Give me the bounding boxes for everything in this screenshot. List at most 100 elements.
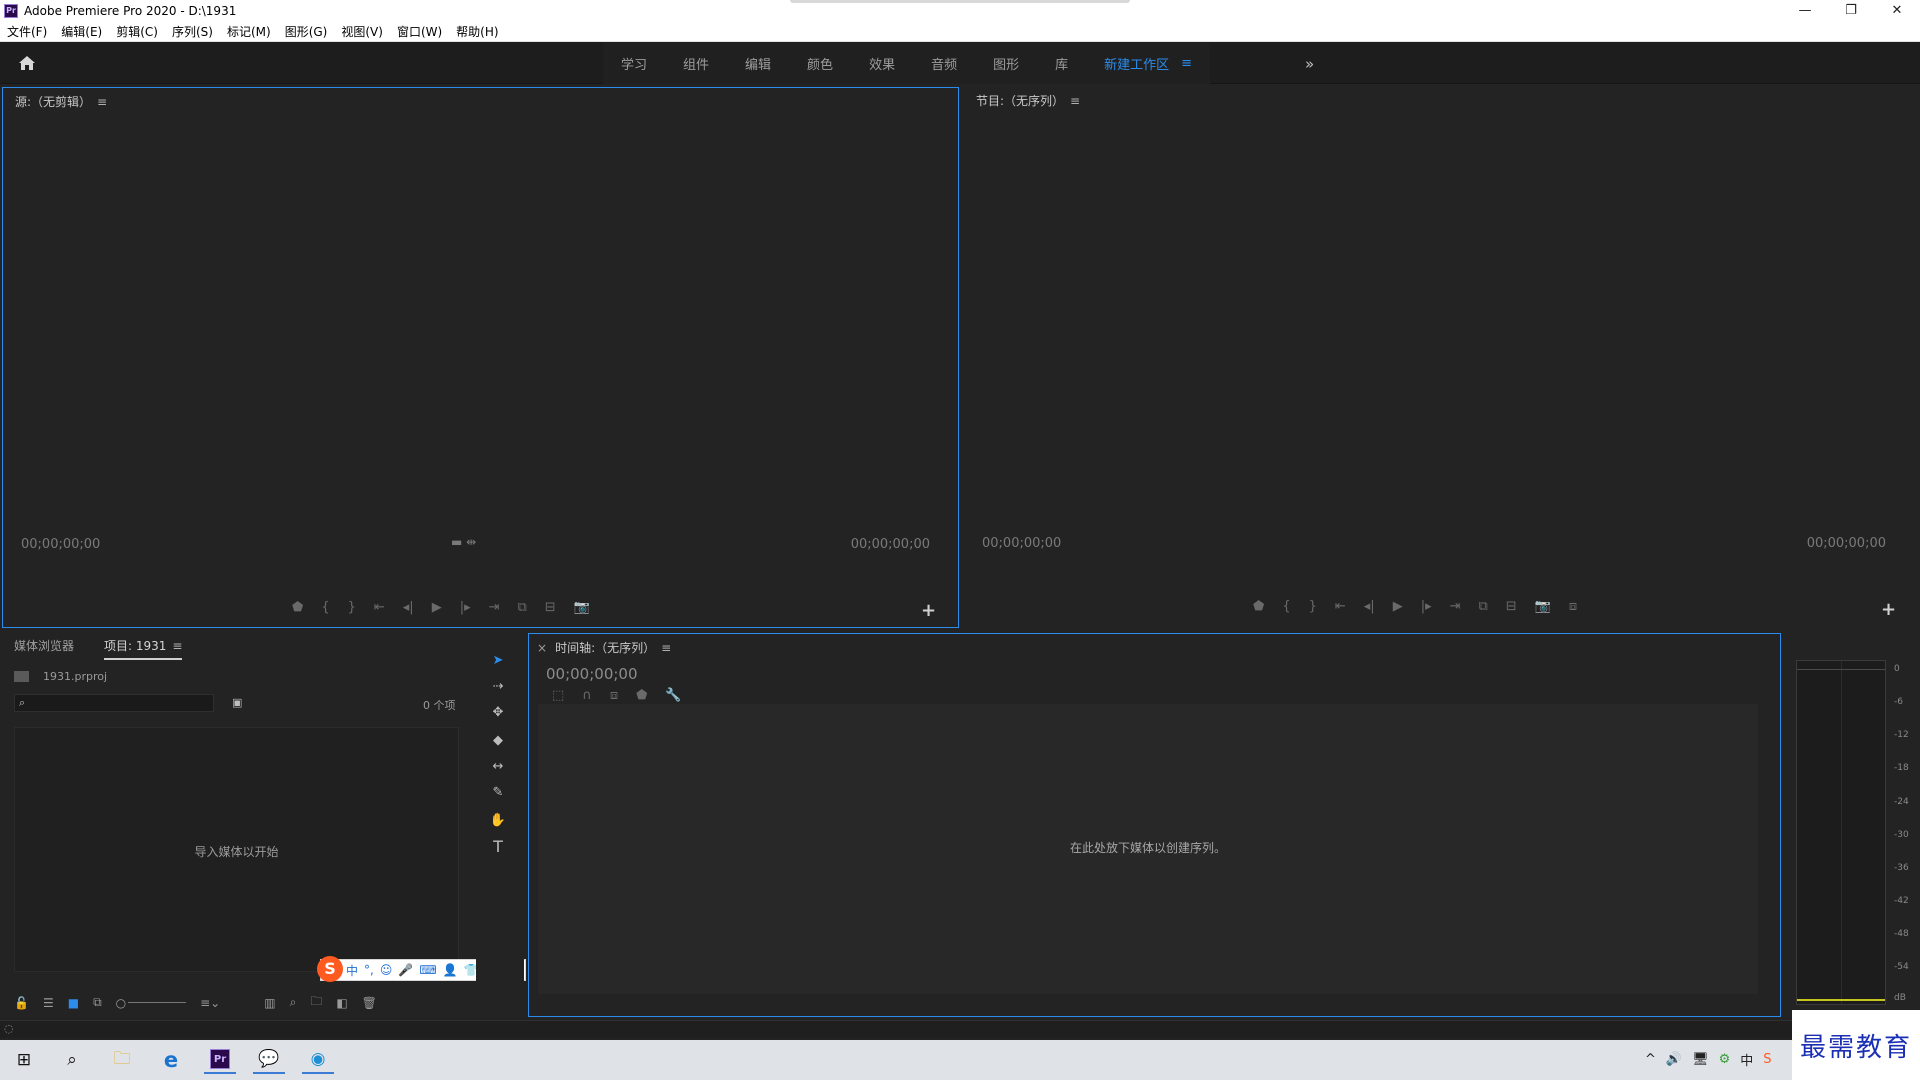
ime-voice-icon[interactable]: 🎤 — [398, 963, 413, 977]
tab-media-browser[interactable]: 媒体浏览器 — [14, 637, 74, 660]
workspace-tab-audio[interactable]: 音频 — [913, 42, 975, 84]
security-icon[interactable]: ⚙ — [1719, 1052, 1731, 1067]
compare-view-icon[interactable]: ⧈ — [1569, 599, 1577, 614]
type-tool-icon[interactable]: T — [488, 836, 508, 856]
mark-out-icon[interactable]: } — [348, 600, 356, 615]
mark-out-icon[interactable]: } — [1309, 599, 1317, 614]
workspace-tab-graphics[interactable]: 图形 — [975, 42, 1037, 84]
go-to-out-icon[interactable]: ⇥ — [1450, 599, 1461, 614]
ripple-edit-tool-icon[interactable]: ✥ — [488, 702, 508, 722]
sort-icon[interactable]: ≡⌄ — [200, 996, 220, 1010]
ime-chinese-icon[interactable]: 中 — [346, 962, 358, 979]
wechat-icon[interactable]: 💬 — [253, 1046, 285, 1074]
step-back-icon[interactable]: ◂| — [1364, 599, 1375, 614]
premiere-taskbar-icon[interactable]: Pr — [204, 1046, 236, 1074]
nest-icon[interactable]: ⬚ — [552, 688, 564, 703]
add-marker-icon[interactable]: ⬟ — [1253, 599, 1264, 614]
trash-icon[interactable]: 🗑 — [362, 996, 377, 1010]
network-icon[interactable]: 🖥 — [1692, 1052, 1709, 1067]
selection-tool-icon[interactable]: ➤ — [488, 650, 508, 670]
edge-browser-icon[interactable]: e — [155, 1046, 187, 1074]
menu-view[interactable]: 视图(V) — [334, 23, 390, 40]
restore-button[interactable]: ❐ — [1828, 0, 1874, 21]
timeline-timecode[interactable]: 00;00;00;00 — [546, 665, 638, 683]
menu-clip[interactable]: 剪辑(C) — [109, 23, 165, 40]
play-icon[interactable]: ▶ — [1393, 599, 1403, 614]
source-timecode-current[interactable]: 00;00;00;00 — [21, 537, 100, 552]
tab-project[interactable]: 项目: 1931 ≡ — [104, 637, 183, 660]
new-bin-icon[interactable]: 🗀 — [310, 992, 322, 1013]
overwrite-icon[interactable]: ⊟ — [545, 600, 556, 615]
program-add-button-icon[interactable]: + — [1881, 599, 1896, 620]
timeline-menu-icon[interactable]: ≡ — [661, 641, 671, 655]
ime-user-icon[interactable]: 👤 — [443, 963, 458, 977]
add-marker-icon[interactable]: ⬟ — [636, 688, 647, 703]
zoom-slider[interactable]: ○ — [116, 996, 187, 1010]
new-search-bin-icon[interactable]: ▣ — [232, 696, 242, 709]
hand-tool-icon[interactable]: ✋ — [488, 810, 508, 830]
step-forward-icon[interactable]: |▸ — [460, 600, 471, 615]
freeform-view-icon[interactable]: ⧉ — [93, 995, 102, 1010]
mark-in-icon[interactable]: { — [321, 600, 329, 615]
source-add-button-icon[interactable]: + — [921, 600, 936, 621]
input-language-icon[interactable]: 中 — [1740, 1050, 1753, 1069]
track-select-tool-icon[interactable]: ⇢ — [488, 676, 508, 696]
qq-browser-icon[interactable]: ◉ — [302, 1046, 334, 1074]
go-to-out-icon[interactable]: ⇥ — [489, 600, 500, 615]
snap-icon[interactable]: ∩ — [582, 688, 592, 703]
mark-in-icon[interactable]: { — [1282, 599, 1290, 614]
menu-markers[interactable]: 标记(M) — [220, 23, 278, 40]
workspace-tab-effects[interactable]: 效果 — [851, 42, 913, 84]
insert-icon[interactable]: ⧉ — [518, 600, 527, 615]
step-back-icon[interactable]: ◂| — [403, 600, 414, 615]
project-search-input[interactable]: ⌕ — [14, 694, 214, 712]
menu-edit[interactable]: 编辑(E) — [54, 23, 109, 40]
close-button[interactable]: ✕ — [1874, 0, 1920, 21]
lift-icon[interactable]: ⧉ — [1479, 599, 1488, 614]
sogou-tray-icon[interactable]: S — [1763, 1052, 1771, 1067]
list-view-icon[interactable]: ☰ — [43, 996, 54, 1010]
slip-tool-icon[interactable]: ↔ — [488, 756, 508, 776]
linked-selection-icon[interactable]: ⧈ — [610, 688, 618, 703]
workspace-tab-new[interactable]: 新建工作区 ≡ — [1086, 42, 1210, 84]
workspace-tab-editing[interactable]: 编辑 — [727, 42, 789, 84]
timeline-drop-area[interactable]: 在此处放下媒体以创建序列。 — [538, 704, 1758, 994]
program-monitor-menu-icon[interactable]: ≡ — [1070, 94, 1080, 108]
pen-tool-icon[interactable]: ✎ — [488, 782, 508, 802]
workspace-tab-color[interactable]: 颜色 — [789, 42, 851, 84]
play-icon[interactable]: ▶ — [432, 600, 442, 615]
find-icon[interactable]: ⌕ — [290, 995, 297, 1010]
menu-graphics[interactable]: 图形(G) — [278, 23, 335, 40]
menu-help[interactable]: 帮助(H) — [449, 23, 505, 40]
program-timecode-current[interactable]: 00;00;00;00 — [982, 536, 1061, 551]
volume-icon[interactable]: 🔊 — [1666, 1052, 1682, 1067]
ime-punctuation-icon[interactable]: °, — [364, 963, 374, 977]
new-item-icon[interactable]: ◧ — [336, 996, 347, 1010]
go-to-in-icon[interactable]: ⇤ — [1335, 599, 1346, 614]
workspace-menu-icon[interactable]: ≡ — [1181, 56, 1192, 71]
menu-window[interactable]: 窗口(W) — [390, 23, 449, 40]
more-workspaces-icon[interactable]: » — [1305, 55, 1314, 73]
add-marker-icon[interactable]: ⬟ — [292, 600, 303, 615]
minimize-button[interactable]: — — [1782, 0, 1828, 21]
tray-expand-icon[interactable]: ^ — [1645, 1052, 1656, 1067]
timeline-close-icon[interactable]: × — [537, 641, 547, 655]
export-frame-icon[interactable]: 📷 — [1535, 599, 1551, 614]
file-explorer-icon[interactable]: 🗀 — [106, 1046, 138, 1074]
search-icon[interactable]: ⌕ — [56, 1046, 88, 1074]
sogou-logo-icon[interactable]: S — [317, 955, 343, 982]
ime-emoji-icon[interactable]: ☺ — [380, 963, 393, 977]
workspace-tab-learn[interactable]: 学习 — [603, 42, 665, 84]
workspace-tab-assembly[interactable]: 组件 — [665, 42, 727, 84]
source-settings-icons[interactable]: ▬ ⇹ — [451, 535, 476, 549]
icon-view-icon[interactable]: ■ — [68, 996, 79, 1010]
home-icon[interactable] — [18, 54, 36, 72]
menu-sequence[interactable]: 序列(S) — [165, 23, 220, 40]
ime-keyboard-icon[interactable]: ⌨ — [419, 963, 436, 977]
export-frame-icon[interactable]: 📷 — [574, 600, 590, 615]
workspace-tab-libraries[interactable]: 库 — [1037, 42, 1086, 84]
go-to-in-icon[interactable]: ⇤ — [374, 600, 385, 615]
razor-tool-icon[interactable]: ◆ — [488, 730, 508, 750]
menu-file[interactable]: 文件(F) — [0, 23, 54, 40]
windows-start-icon[interactable]: ⊞ — [8, 1046, 40, 1074]
